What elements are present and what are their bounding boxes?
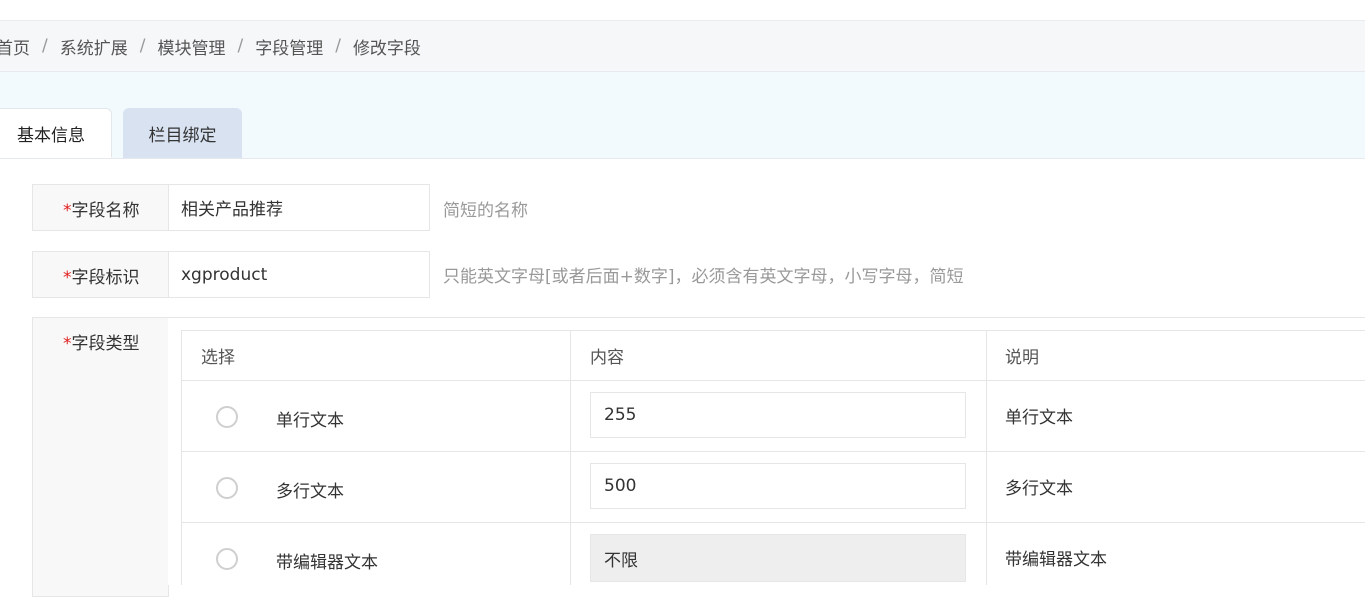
field-name-input[interactable]: 相关产品推荐	[168, 184, 430, 231]
description-single-line-text: 单行文本	[1005, 408, 1073, 428]
field-type-label: *字段类型	[32, 317, 169, 597]
required-mark: *	[63, 201, 72, 221]
breadcrumb-edit-field: 修改字段	[352, 38, 421, 59]
tab-bar: 基本信息 栏目绑定	[0, 72, 1365, 159]
breadcrumb-separator: /	[42, 36, 48, 56]
breadcrumb-separator: /	[139, 36, 146, 56]
breadcrumb-field-management[interactable]: 字段管理	[255, 34, 323, 59]
breadcrumb-separator: /	[237, 36, 244, 56]
description-rich-text-editor: 带编辑器文本	[1005, 550, 1107, 570]
row-divider	[182, 451, 1365, 452]
description-multi-line-text: 多行文本	[1005, 479, 1073, 499]
header-divider	[182, 380, 1365, 381]
breadcrumb-separator: /	[335, 36, 341, 56]
header-description: 说明	[1005, 331, 1039, 381]
breadcrumb: 首页 / 系统扩展 / 模块管理 / 字段管理 / 修改字段	[0, 21, 1365, 72]
radio-multi-line-text[interactable]	[216, 477, 238, 499]
field-identifier-label-text: 字段标识	[71, 268, 140, 288]
tab-basic-info[interactable]: 基本信息	[0, 108, 112, 158]
content-input-rich-text-editor: 不限	[590, 534, 966, 582]
column-divider	[570, 331, 571, 585]
field-identifier-input[interactable]: xgproduct	[168, 251, 430, 298]
option-label-rich-text-editor: 带编辑器文本	[276, 553, 378, 573]
field-type-label-text: 字段类型	[71, 334, 140, 354]
radio-single-line-text[interactable]	[216, 406, 238, 428]
field-identifier-label: *字段标识	[32, 251, 169, 298]
header-content: 内容	[590, 331, 624, 381]
required-mark: *	[63, 268, 72, 288]
breadcrumb-module-management[interactable]: 模块管理	[157, 34, 225, 59]
field-name-label: *字段名称	[32, 184, 169, 231]
field-identifier-hint: 只能英文字母[或者后面+数字]，必须含有英文字母，小写字母，简短	[443, 267, 964, 287]
breadcrumb-system-extension[interactable]: 系统扩展	[60, 34, 128, 59]
field-name-label-text: 字段名称	[71, 201, 140, 221]
header-select: 选择	[201, 331, 235, 381]
tab-column-binding[interactable]: 栏目绑定	[123, 108, 242, 158]
option-label-single-line-text: 单行文本	[276, 411, 344, 431]
column-divider	[986, 331, 987, 585]
radio-rich-text-editor[interactable]	[216, 548, 238, 570]
field-type-table: 选择 内容 说明 单行文本 255 单行文本 多行文本 500 多行文本 带编辑…	[181, 330, 1365, 585]
option-label-multi-line-text: 多行文本	[276, 482, 344, 502]
breadcrumb-home[interactable]: 首页	[0, 34, 30, 59]
field-name-hint: 简短的名称	[443, 201, 528, 221]
top-bar	[0, 0, 1365, 21]
row-divider	[182, 522, 1365, 523]
content-input-single-line-text[interactable]: 255	[590, 392, 966, 438]
content-input-multi-line-text[interactable]: 500	[590, 463, 966, 509]
required-mark: *	[63, 334, 72, 354]
